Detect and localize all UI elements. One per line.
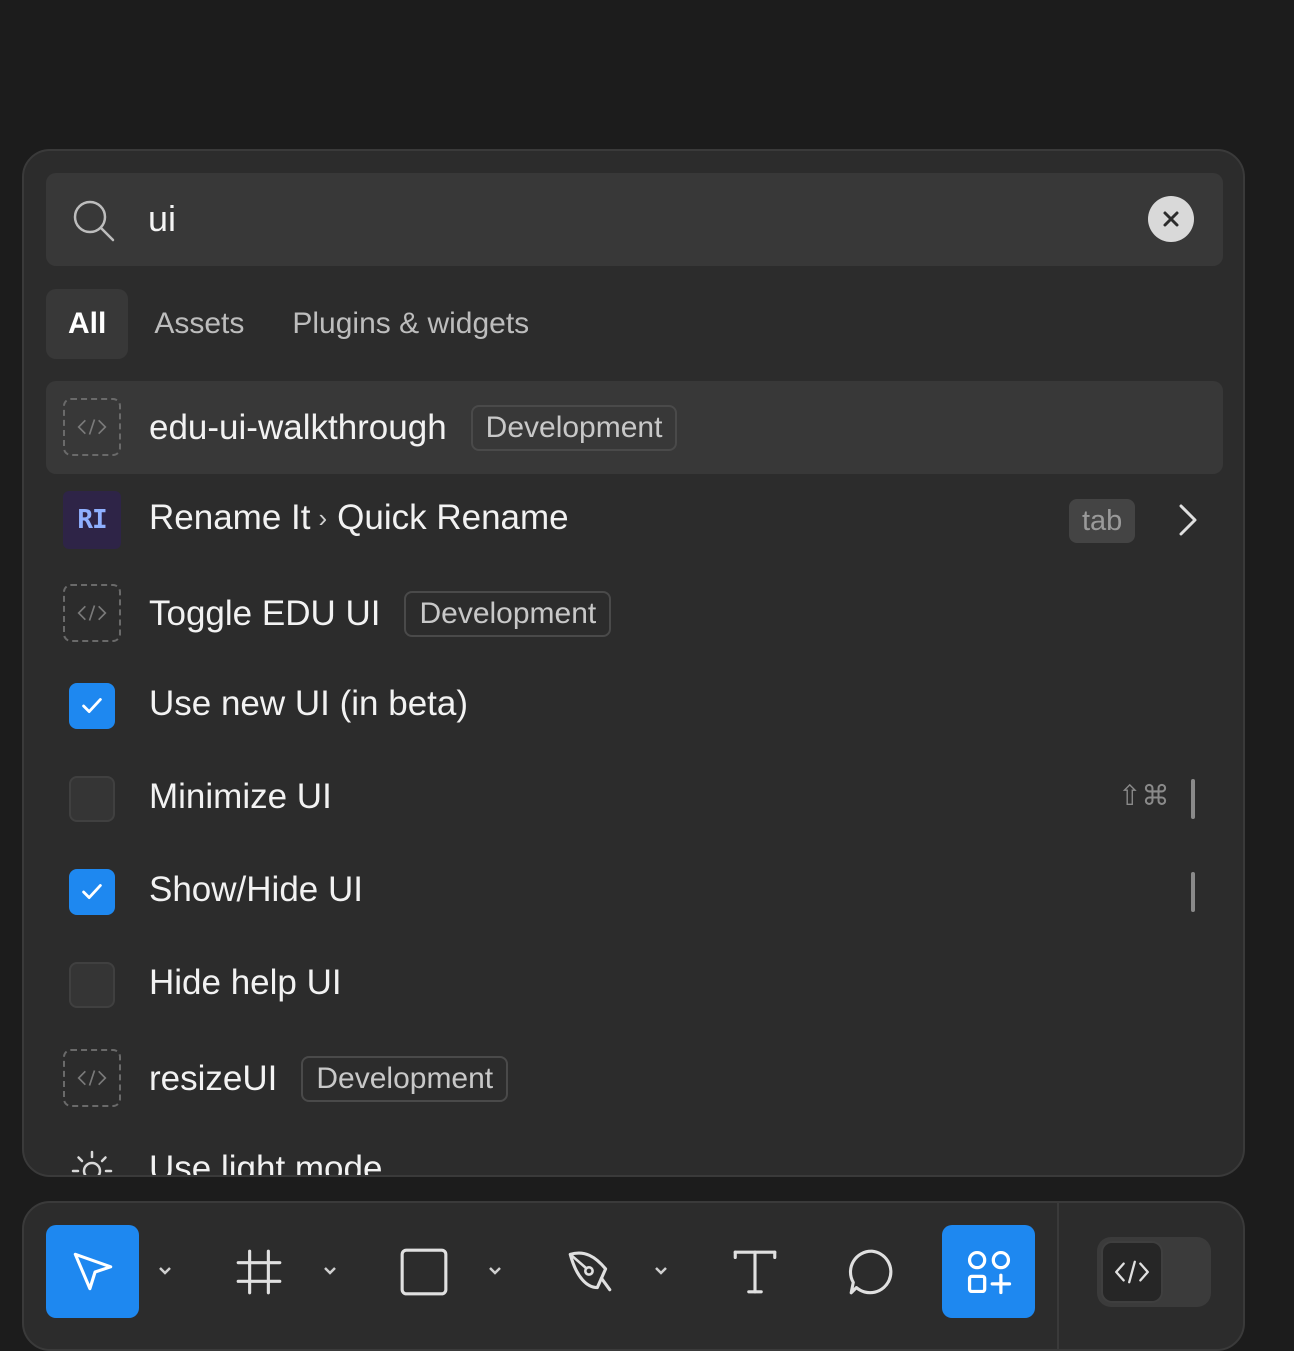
chevron-down-icon[interactable] xyxy=(157,1265,173,1277)
result-toggle-edu-ui[interactable]: Toggle EDU UI Development xyxy=(46,567,1223,660)
tab-all[interactable]: All xyxy=(46,289,129,359)
chevron-right-icon[interactable] xyxy=(1177,502,1199,538)
result-sublabel: Quick Rename xyxy=(337,498,569,537)
result-label: Rename It xyxy=(149,498,311,537)
checkbox-unchecked[interactable] xyxy=(69,776,115,822)
text-icon xyxy=(733,1250,776,1293)
cursor-arrow-icon xyxy=(73,1252,112,1290)
filter-tabs: All Assets Plugins & widgets xyxy=(46,289,555,359)
development-badge: Development xyxy=(470,405,678,451)
plugin-code-icon xyxy=(63,1049,121,1107)
plugin-code-icon xyxy=(63,398,121,456)
rename-it-logo-icon: RI xyxy=(63,491,121,549)
pen-tool-button[interactable] xyxy=(543,1225,636,1318)
development-badge: Development xyxy=(404,591,612,637)
tab-assets[interactable]: Assets xyxy=(132,289,266,359)
result-use-light-mode[interactable]: Use light mode xyxy=(46,1125,1223,1177)
chevron-down-icon[interactable] xyxy=(653,1265,669,1277)
dev-mode-toggle[interactable] xyxy=(1097,1237,1211,1307)
shortcut-key-bar xyxy=(1191,779,1195,819)
checkmark-icon xyxy=(82,698,102,713)
code-icon xyxy=(1115,1260,1149,1284)
result-label: Hide help UI xyxy=(149,963,342,1002)
search-input[interactable] xyxy=(148,191,1108,247)
chevron-down-icon[interactable] xyxy=(322,1265,338,1277)
actions-tool-button[interactable] xyxy=(942,1225,1035,1318)
result-rename-it[interactable]: RI Rename It › Quick Rename tab xyxy=(46,474,1223,567)
shape-tool-button[interactable] xyxy=(377,1225,470,1318)
result-label: Minimize UI xyxy=(149,777,332,816)
clear-search-button[interactable] xyxy=(1148,196,1194,242)
result-show-hide-ui[interactable]: Show/Hide UI xyxy=(46,846,1223,939)
checkbox-checked[interactable] xyxy=(69,869,115,915)
result-label: Toggle EDU UI xyxy=(149,594,381,633)
result-minimize-ui[interactable]: Minimize UI ⇧⌘ xyxy=(46,753,1223,846)
checkbox-checked[interactable] xyxy=(69,683,115,729)
text-tool-button[interactable] xyxy=(708,1225,801,1318)
shortcut-key-bar xyxy=(1191,872,1195,912)
result-resizeui[interactable]: resizeUI Development xyxy=(46,1032,1223,1125)
development-badge: Development xyxy=(301,1056,509,1102)
close-icon xyxy=(1163,211,1179,227)
results-list: edu-ui-walkthrough Development RI Rename… xyxy=(46,381,1223,1177)
comment-tool-button[interactable] xyxy=(825,1225,918,1318)
bottom-toolbar xyxy=(22,1201,1245,1351)
tab-shortcut-chip: tab xyxy=(1069,499,1136,543)
chevron-separator-icon: › xyxy=(318,502,328,533)
checkbox-unchecked[interactable] xyxy=(69,962,115,1008)
checkmark-icon xyxy=(82,884,102,899)
result-label: resizeUI xyxy=(149,1059,278,1098)
tab-plugins-widgets[interactable]: Plugins & widgets xyxy=(270,289,551,359)
dev-mode-knob xyxy=(1101,1241,1163,1303)
result-label: Use new UI (in beta) xyxy=(149,684,469,723)
plugin-code-icon xyxy=(63,584,121,642)
search-bar xyxy=(46,173,1223,266)
sun-icon xyxy=(71,1150,113,1175)
result-hide-help-ui[interactable]: Hide help UI xyxy=(46,939,1223,1032)
result-label: Show/Hide UI xyxy=(149,870,363,909)
search-icon xyxy=(73,200,115,242)
move-tool-button[interactable] xyxy=(46,1225,139,1318)
quick-actions-panel: All Assets Plugins & widgets edu-ui-walk… xyxy=(22,149,1245,1177)
chevron-down-icon[interactable] xyxy=(487,1265,503,1277)
comment-icon xyxy=(848,1249,892,1294)
frame-icon xyxy=(236,1249,281,1294)
pen-icon xyxy=(568,1251,611,1291)
result-use-new-ui[interactable]: Use new UI (in beta) xyxy=(46,660,1223,753)
widgets-plus-icon xyxy=(967,1250,1011,1294)
toolbar-divider xyxy=(1057,1203,1059,1349)
keyboard-shortcut: ⇧⌘ xyxy=(1118,779,1170,812)
result-label: Use light mode xyxy=(149,1149,383,1177)
result-label: edu-ui-walkthrough xyxy=(149,408,447,447)
result-edu-ui-walkthrough[interactable]: edu-ui-walkthrough Development xyxy=(46,381,1223,474)
rectangle-icon xyxy=(400,1248,447,1295)
frame-tool-button[interactable] xyxy=(212,1225,305,1318)
